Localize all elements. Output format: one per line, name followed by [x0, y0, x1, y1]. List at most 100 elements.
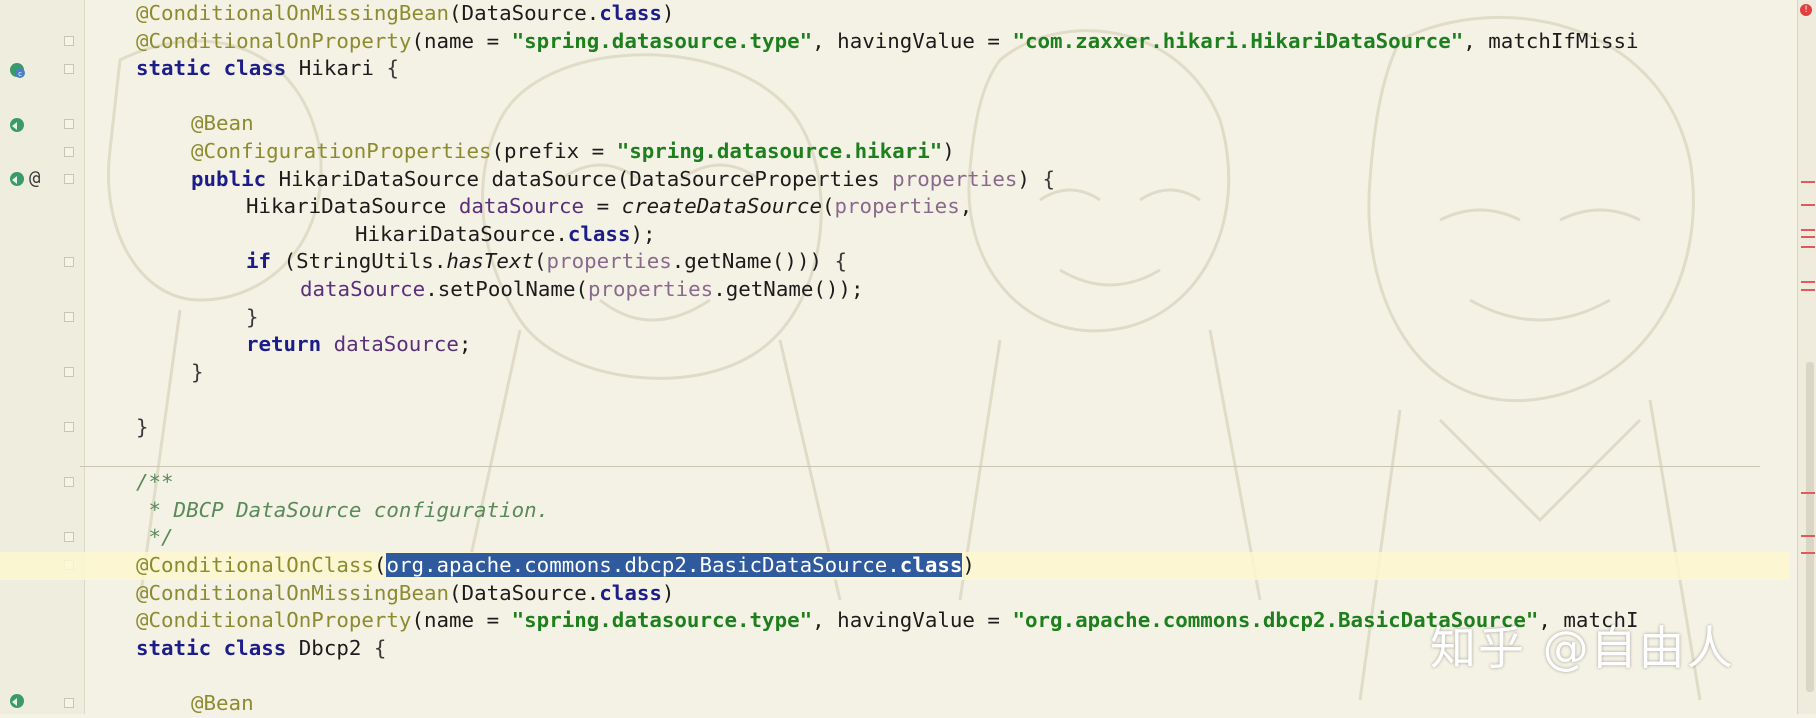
keyword-token: class: [223, 635, 287, 660]
code-line[interactable]: @Bean: [0, 110, 1790, 138]
code-token: ): [1017, 166, 1043, 191]
code-line[interactable]: HikariDataSource.class);: [0, 221, 1790, 249]
error-stripe-mark[interactable]: [1801, 281, 1815, 283]
keyword-token: static: [136, 56, 212, 81]
code-line[interactable]: }: [0, 359, 1790, 387]
comment-token: */: [136, 525, 174, 550]
code-token: (name =: [411, 608, 512, 633]
code-token: ,: [959, 194, 973, 219]
code-token: HikariDataSource.: [355, 221, 568, 246]
code-token: (name =: [411, 28, 512, 53]
error-stripe-mark[interactable]: [1801, 229, 1815, 231]
code-token: (: [821, 194, 835, 219]
keyword-token: class: [567, 221, 631, 246]
method-token: hasText: [446, 249, 534, 274]
annotation-token: @ConditionalOnProperty: [136, 608, 412, 633]
brace-token: {: [1042, 166, 1055, 191]
annotation-token: @Bean: [191, 111, 254, 136]
selected-text[interactable]: org.apache.commons.dbcp2.BasicDataSource…: [386, 553, 963, 577]
code-line[interactable]: @ConditionalOnMissingBean(DataSource.cla…: [0, 0, 1790, 28]
code-token: .getName())): [671, 249, 835, 274]
code-token: ;: [458, 332, 472, 357]
error-stripe-mark[interactable]: [1801, 204, 1815, 206]
error-stripe-mark[interactable]: [1801, 289, 1815, 291]
error-stripe-mark[interactable]: [1801, 236, 1815, 238]
variable-token: dataSource: [300, 277, 426, 301]
code-token: ): [942, 139, 955, 163]
comment-token: /**: [136, 470, 174, 495]
code-token: );: [630, 221, 656, 246]
code-line[interactable]: */: [0, 524, 1790, 552]
keyword-token: public: [191, 166, 267, 191]
parameter-token: properties: [546, 249, 672, 274]
code-token: ): [661, 1, 675, 25]
brace-token: }: [246, 304, 259, 329]
watermark-text: 知乎 @自由人: [1430, 621, 1735, 675]
comment-token: * DBCP DataSource configuration.: [136, 497, 550, 522]
annotation-token: @ConditionalOnClass: [136, 553, 374, 577]
brace-token: {: [386, 56, 399, 81]
annotation-token: @Bean: [191, 691, 254, 715]
keyword-token: if: [246, 249, 272, 274]
scrollbar-thumb[interactable]: [1806, 362, 1814, 692]
code-line[interactable]: dataSource.setPoolName(properties.getNam…: [0, 276, 1790, 304]
code-line[interactable]: HikariDataSource dataSource = createData…: [0, 193, 1790, 221]
string-token: "spring.datasource.type": [511, 28, 813, 53]
keyword-token: class: [599, 1, 662, 25]
string-token: "spring.datasource.hikari": [616, 139, 943, 163]
code-line[interactable]: static class Hikari {: [0, 55, 1790, 83]
code-token: , havingValue =: [812, 608, 1013, 633]
error-stripe-mark[interactable]: [1801, 181, 1815, 183]
code-token: =: [584, 194, 622, 219]
variable-token: dataSource: [458, 194, 585, 219]
parameter-token: properties: [892, 166, 1018, 191]
parameter-token: properties: [834, 194, 960, 219]
parameter-token: properties: [588, 277, 714, 301]
code-line[interactable]: * DBCP DataSource configuration.: [0, 497, 1790, 525]
code-token: (: [373, 553, 387, 577]
keyword-token: static: [136, 635, 212, 660]
keyword-token: return: [246, 332, 322, 357]
variable-token: dataSource: [333, 332, 459, 357]
code-line[interactable]: @ConfigurationProperties(prefix = "sprin…: [0, 138, 1790, 166]
code-line[interactable]: if (StringUtils.hasText(properties.getNa…: [0, 248, 1790, 276]
keyword-token: class: [599, 580, 662, 605]
method-separator-line: [80, 466, 1760, 467]
code-line[interactable]: @ConditionalOnProperty(name = "spring.da…: [0, 28, 1790, 56]
code-token: (DataSource.: [449, 1, 600, 25]
code-token: (: [534, 249, 547, 274]
string-token: "com.zaxxer.hikari.HikariDataSource": [1012, 28, 1464, 53]
code-token: , matchIfMissi: [1463, 28, 1639, 53]
code-line[interactable]: return dataSource;: [0, 331, 1790, 359]
code-token: .setPoolName(: [425, 277, 588, 301]
code-token: (prefix =: [491, 139, 617, 163]
code-token: ): [962, 553, 975, 577]
keyword-token: class: [223, 56, 287, 81]
annotation-token: @ConfigurationProperties: [191, 139, 492, 163]
code-line[interactable]: @Bean: [0, 690, 1790, 718]
brace-token: }: [191, 359, 204, 384]
code-line[interactable]: /**: [0, 469, 1790, 497]
error-stripe-mark[interactable]: [1801, 246, 1815, 248]
code-line[interactable]: public HikariDataSource dataSource(DataS…: [0, 166, 1790, 194]
current-code-line[interactable]: @ConditionalOnClass(org.apache.commons.d…: [0, 552, 1790, 580]
code-token: , havingValue =: [812, 28, 1013, 53]
error-stripe-mark[interactable]: [1801, 552, 1815, 554]
error-stripe-mark[interactable]: [1801, 492, 1815, 494]
code-line[interactable]: }: [0, 304, 1790, 332]
code-token: HikariDataSource dataSource(DataSourcePr…: [266, 166, 893, 191]
error-indicator-icon[interactable]: !: [1800, 4, 1812, 16]
code-editor[interactable]: @ConditionalOnMissingBean(DataSource.cla…: [0, 0, 1816, 715]
brace-token: {: [373, 635, 387, 660]
code-line[interactable]: }: [0, 414, 1790, 442]
error-stripe-mark[interactable]: [1801, 535, 1815, 537]
code-line[interactable]: @ConditionalOnMissingBean(DataSource.cla…: [0, 580, 1790, 608]
brace-token: }: [136, 415, 149, 439]
code-token: .getName());: [713, 277, 864, 301]
string-token: "spring.datasource.type": [511, 608, 813, 633]
code-token: Hikari: [286, 56, 387, 81]
keyword-token: class: [899, 553, 963, 577]
